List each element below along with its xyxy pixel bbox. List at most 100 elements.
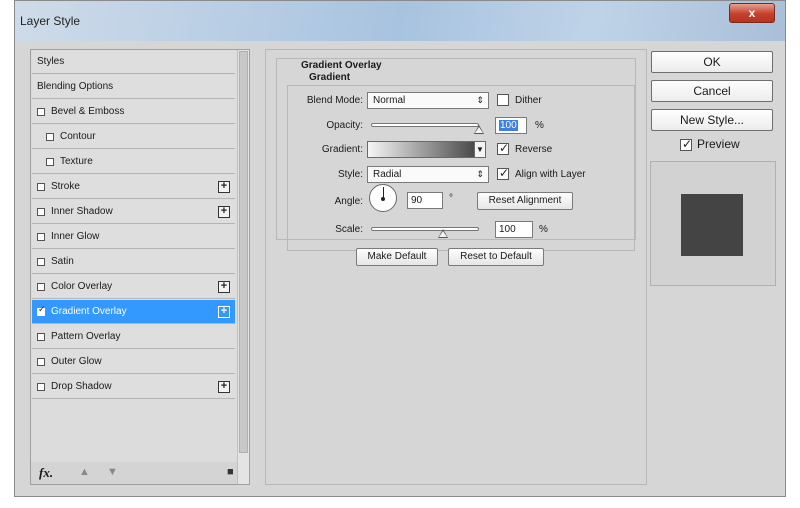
gradient-style-select[interactable]: Radial ⇕ [367, 166, 489, 183]
style-checkbox[interactable] [37, 333, 45, 341]
style-checkbox[interactable] [37, 383, 45, 391]
blend-mode-select[interactable]: Normal ⇕ [367, 92, 489, 109]
opacity-unit: % [535, 120, 544, 131]
style-checkbox[interactable] [37, 283, 45, 291]
style-checkbox[interactable] [46, 158, 54, 166]
styles-list-scrollbar[interactable] [237, 50, 249, 484]
align-with-layer-label: Align with Layer [515, 169, 586, 180]
trash-icon[interactable]: ■ [227, 466, 234, 478]
scale-slider-thumb[interactable] [438, 229, 449, 238]
cancel-button[interactable]: Cancel [651, 80, 773, 102]
style-item-outer-glow[interactable]: Outer Glow [32, 350, 235, 374]
style-item-label: Contour [60, 131, 96, 142]
checkmark-icon: ✓ [499, 141, 510, 155]
updown-icon: ⇕ [476, 95, 484, 105]
checkmark-icon: ✓ [499, 166, 510, 180]
gradient-overlay-group: Gradient Overlay Gradient Blend Mode: No… [276, 58, 636, 251]
style-checkbox[interactable]: ✓ [37, 304, 46, 316]
reverse-checkbox[interactable]: ✓ [497, 141, 510, 155]
style-item-texture[interactable]: Texture [32, 150, 235, 174]
angle-dial[interactable] [369, 184, 397, 212]
subsection-title: Gradient [307, 72, 353, 83]
blend-mode-label: Blend Mode: [306, 95, 363, 106]
scale-unit: % [539, 224, 548, 235]
style-item-satin[interactable]: Satin [32, 250, 235, 274]
style-item-label: Outer Glow [51, 356, 102, 367]
angle-input[interactable]: 90 [407, 192, 443, 209]
title-bar[interactable]: Layer Style x [15, 1, 785, 41]
style-item-label: Color Overlay [51, 281, 113, 292]
arrow-down-icon[interactable]: ▼ [107, 466, 118, 478]
add-icon[interactable]: + [218, 181, 230, 193]
gradient-dropdown[interactable]: ▼ [474, 141, 486, 158]
preview-checkbox[interactable]: ✓ [680, 137, 692, 151]
reset-to-default-button[interactable]: Reset to Default [448, 248, 544, 266]
style-item-label: Stroke [51, 181, 80, 192]
style-item-label: Drop Shadow [51, 381, 112, 392]
style-item-drop-shadow[interactable]: Drop Shadow + [32, 375, 235, 399]
angle-unit: ° [449, 193, 453, 204]
scale-input[interactable]: 100 [495, 221, 533, 238]
style-item-inner-glow[interactable]: Inner Glow [32, 225, 235, 249]
style-item-pattern-overlay[interactable]: Pattern Overlay [32, 325, 235, 349]
style-item-label: Inner Glow [51, 231, 100, 242]
arrow-up-icon[interactable]: ▲ [79, 466, 90, 478]
preview-label: Preview [697, 137, 740, 151]
align-with-layer-checkbox[interactable]: ✓ [497, 166, 510, 180]
scrollbar-thumb[interactable] [239, 51, 248, 453]
style-checkbox[interactable] [37, 233, 45, 241]
style-checkbox[interactable] [37, 258, 45, 266]
opacity-slider-thumb[interactable] [474, 125, 484, 134]
scale-slider[interactable] [371, 227, 479, 231]
style-item-stroke[interactable]: Stroke + [32, 175, 235, 199]
style-item-label: Satin [51, 256, 74, 267]
style-item-contour[interactable]: Contour [32, 125, 235, 149]
opacity-slider[interactable] [371, 123, 479, 127]
ok-button[interactable]: OK [651, 51, 773, 73]
style-label: Style: [337, 169, 363, 180]
style-item-styles[interactable]: Styles [32, 50, 235, 74]
close-button[interactable]: x [729, 3, 775, 23]
style-item-blending-options[interactable]: Blending Options [32, 75, 235, 99]
gradient-picker[interactable] [367, 141, 475, 158]
style-checkbox[interactable] [37, 183, 45, 191]
add-icon[interactable]: + [218, 306, 230, 318]
add-icon[interactable]: + [218, 206, 230, 218]
style-item-bevel-emboss[interactable]: Bevel & Emboss [32, 100, 235, 124]
style-item-inner-shadow[interactable]: Inner Shadow + [32, 200, 235, 224]
reset-alignment-button[interactable]: Reset Alignment [477, 192, 573, 210]
style-item-label: Bevel & Emboss [51, 106, 125, 117]
gradient-overlay-panel: Gradient Overlay Gradient Blend Mode: No… [265, 49, 647, 485]
style-item-label: Styles [37, 56, 65, 67]
updown-icon: ⇕ [476, 169, 484, 179]
section-title: Gradient Overlay [299, 60, 384, 71]
style-checkbox[interactable] [46, 133, 54, 141]
styles-list-footer: fx. ▲ ▼ ■ [31, 462, 237, 484]
style-checkbox[interactable] [37, 108, 45, 116]
style-item-label: Blending Options [37, 81, 114, 92]
preview-area [650, 161, 776, 286]
new-style-button[interactable]: New Style... [651, 109, 773, 131]
style-checkbox[interactable] [37, 208, 45, 216]
scale-label: Scale: [335, 224, 363, 235]
style-checkbox[interactable] [37, 358, 45, 366]
style-item-label: Pattern Overlay [51, 331, 121, 342]
style-item-label: Gradient Overlay [51, 306, 127, 317]
layer-style-dialog: Layer Style x Styles Blending Options Beve… [14, 0, 786, 497]
gradient-style-value: Radial [373, 169, 402, 180]
close-icon: x [748, 6, 756, 20]
window-title: Layer Style [20, 14, 81, 28]
make-default-button[interactable]: Make Default [356, 248, 438, 266]
fx-menu-button[interactable]: fx. [39, 465, 53, 481]
dither-checkbox[interactable] [497, 94, 509, 106]
chevron-down-icon: ▼ [476, 145, 484, 154]
add-icon[interactable]: + [218, 281, 230, 293]
add-icon[interactable]: + [218, 381, 230, 393]
checkmark-icon: ✓ [38, 304, 46, 314]
reverse-label: Reverse [515, 144, 553, 155]
style-item-gradient-overlay[interactable]: ✓ Gradient Overlay + [32, 300, 235, 324]
opacity-input[interactable]: 100 [495, 117, 527, 134]
blend-mode-value: Normal [373, 95, 406, 106]
style-item-color-overlay[interactable]: Color Overlay + [32, 275, 235, 299]
angle-label: Angle: [334, 196, 363, 207]
